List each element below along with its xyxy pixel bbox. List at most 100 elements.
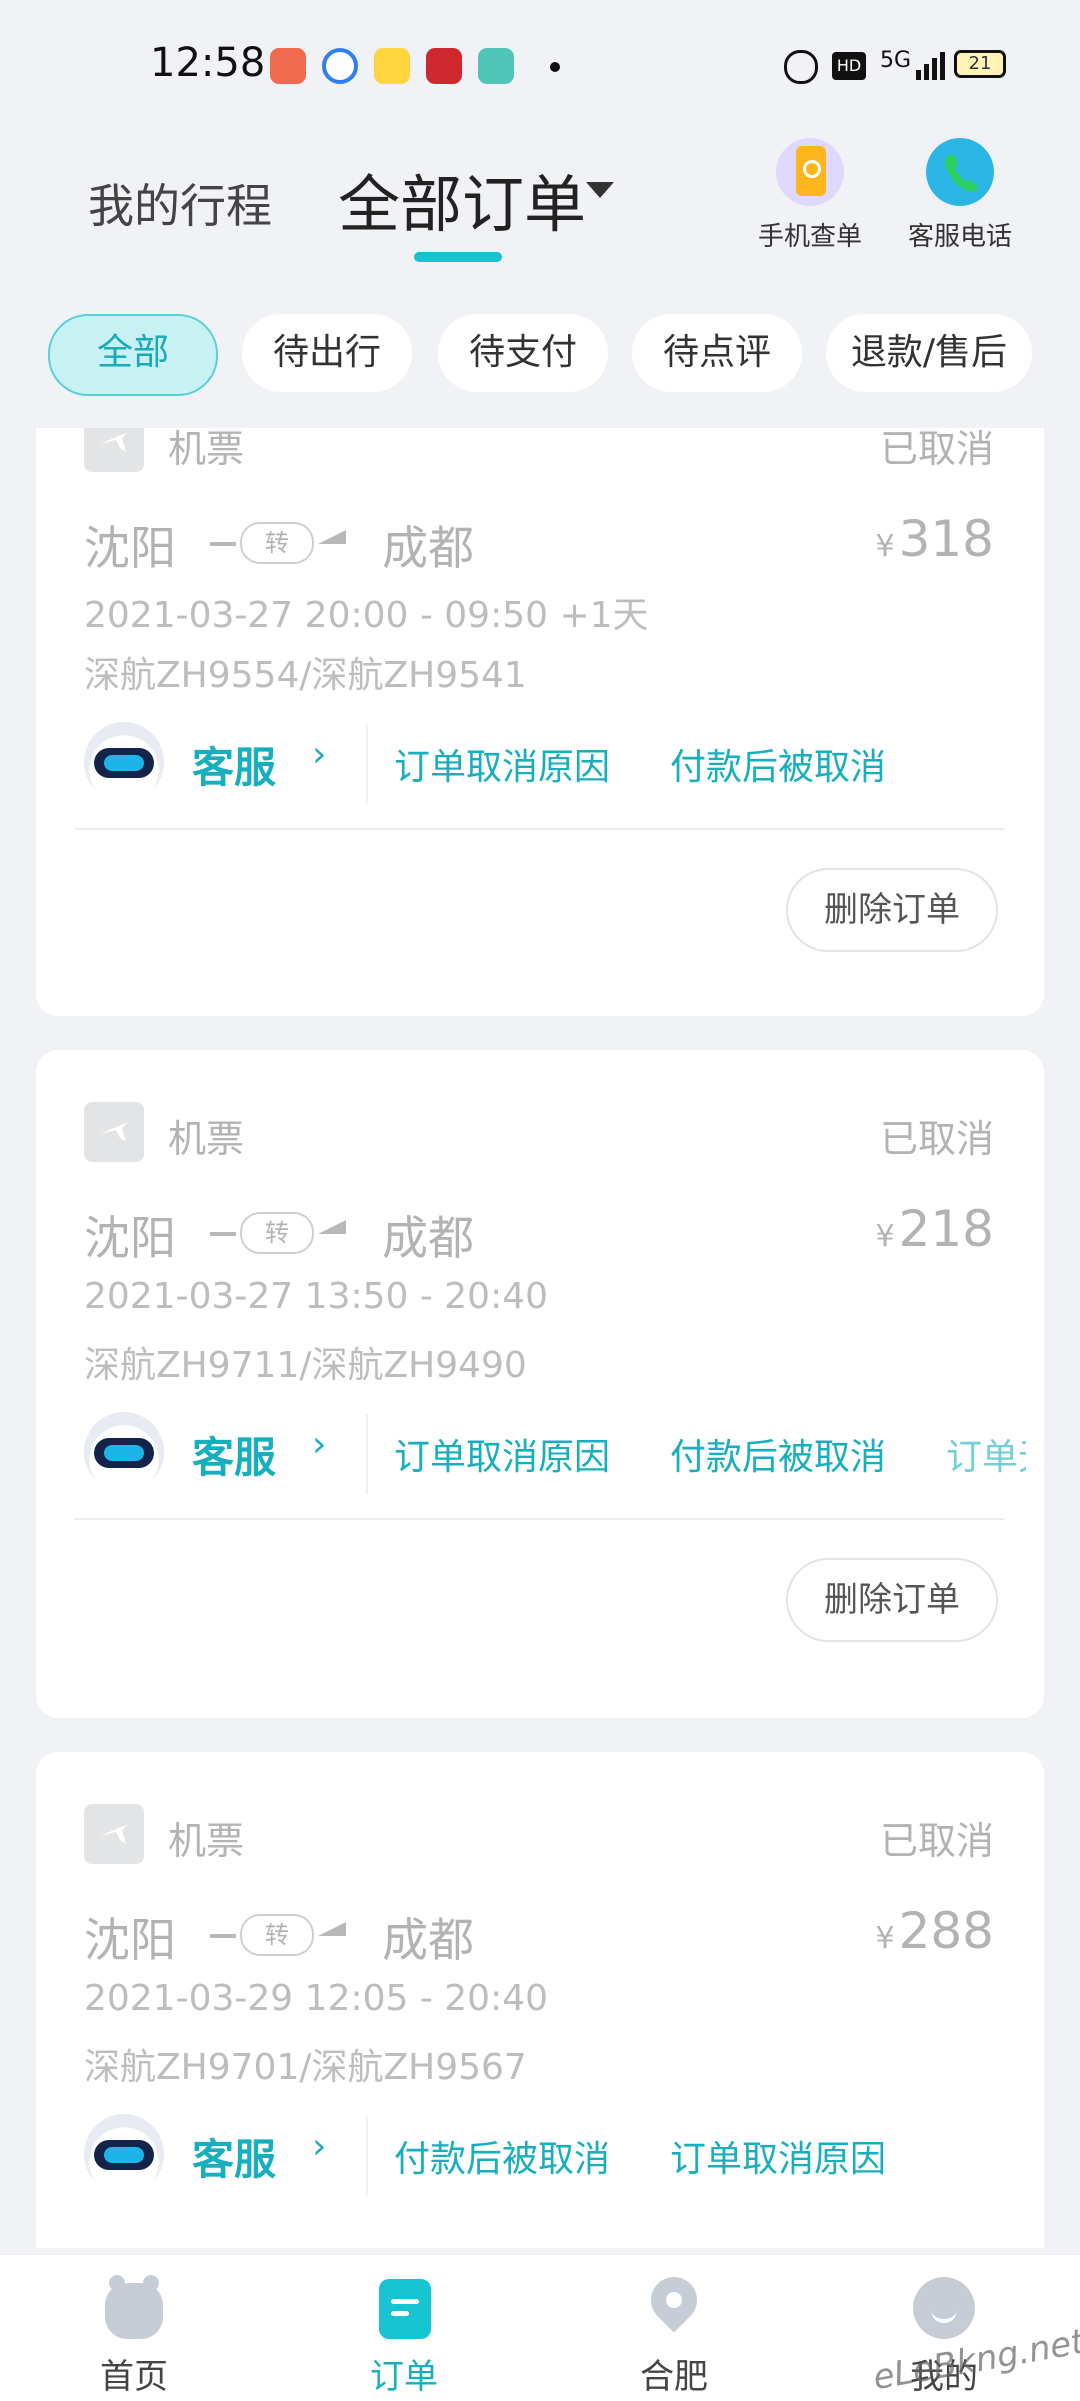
cancelled-after-payment-link[interactable]: 付款后被取消 — [670, 738, 886, 790]
divider — [366, 1414, 368, 1494]
cancel-reason-link[interactable]: 订单取消原因 — [670, 2130, 886, 2182]
location-pin-icon — [641, 2267, 707, 2341]
phone-lookup-label: 手机查单 — [757, 222, 862, 252]
flight-numbers: 深航ZH9711/深航ZH9490 — [84, 1345, 527, 1386]
order-status: 已取消 — [879, 428, 994, 471]
cancelled-after-payment-link[interactable]: 付款后被取消 — [670, 1428, 886, 1480]
order-price: ¥318 — [875, 510, 994, 568]
alarm-icon — [784, 50, 818, 84]
signal-label: 5G — [880, 48, 912, 73]
mascot-home-icon — [101, 2275, 167, 2341]
customer-service-link[interactable]: 客服 — [192, 734, 276, 795]
status-bar: 12:58 HD 5G 21 — [0, 0, 1080, 130]
flight-numbers: 深航ZH9701/深航ZH9567 — [84, 2047, 527, 2088]
flight-datetime: 2021-03-27 13:50 - 20:40 — [84, 1276, 549, 1317]
currency-symbol: ¥ — [875, 529, 895, 564]
service-row: 客服 › 付款后被取消 订单取消原因 — [84, 2104, 1014, 2204]
order-list: 机票 已取消 沈阳 转 成都 ¥318 2021-03-27 20:00 - 0… — [0, 428, 1080, 2248]
order-category: 机票 — [168, 428, 245, 471]
phone-lookup-button[interactable]: 手机查单 — [750, 138, 870, 253]
more-notifications-dot — [550, 62, 560, 72]
nav-orders-label: 订单 — [370, 2357, 438, 2397]
profile-face-icon — [911, 2275, 977, 2341]
service-row: 客服 › 订单取消原因 付款后被取消 订单无 — [84, 1402, 1026, 1502]
order-price: ¥218 — [875, 1200, 994, 1258]
plane-icon — [84, 1804, 144, 1864]
flight-datetime: 2021-03-29 12:05 - 20:40 — [84, 1978, 549, 2019]
customer-service-link[interactable]: 客服 — [192, 2126, 276, 2187]
route-arrow-icon — [318, 1922, 346, 1936]
nav-orders[interactable]: 订单 — [304, 2255, 504, 2398]
order-category: 机票 — [168, 1819, 245, 1863]
flight-numbers: 深航ZH9554/深航ZH9541 — [84, 655, 527, 696]
cancelled-after-payment-link[interactable]: 付款后被取消 — [394, 2130, 610, 2182]
header: 我的行程 全部订单 手机查单 客服电话 — [0, 130, 1080, 290]
battery-level: 21 — [968, 53, 992, 74]
browser-app-icon — [322, 48, 358, 84]
phone-search-icon — [776, 138, 844, 206]
caret-down-icon[interactable] — [586, 182, 614, 198]
service-row: 客服 › 订单取消原因 付款后被取消 — [84, 712, 1014, 812]
divider — [366, 724, 368, 804]
tab-my-trips[interactable]: 我的行程 — [88, 170, 272, 236]
filter-to-review[interactable]: 待点评 — [632, 314, 802, 392]
transfer-badge: 转 — [240, 1914, 314, 1956]
nav-city[interactable]: 合肥 — [574, 2255, 774, 2398]
transfer-badge: 转 — [240, 522, 314, 564]
active-tab-indicator — [414, 252, 502, 262]
battery-icon: 21 — [954, 50, 1006, 78]
filter-bar: 全部 待出行 待支付 待点评 退款/售后 — [0, 314, 1080, 398]
nav-home-label: 首页 — [100, 2357, 168, 2397]
filter-all[interactable]: 全部 — [48, 314, 218, 396]
flight-datetime: 2021-03-27 20:00 - 09:50 +1天 — [84, 595, 649, 636]
netease-app-icon — [426, 48, 462, 84]
destination-city: 成都 — [382, 1913, 474, 1967]
customer-service-link[interactable]: 客服 — [192, 1424, 276, 1485]
hd-icon: HD — [832, 52, 866, 80]
nav-home[interactable]: 首页 — [34, 2255, 234, 2398]
cancel-reason-link[interactable]: 订单取消原因 — [394, 738, 610, 790]
currency-symbol: ¥ — [875, 1219, 895, 1254]
route-dash — [210, 1232, 236, 1236]
signal-bars-icon — [914, 50, 948, 80]
status-time: 12:58 — [150, 40, 266, 86]
robot-avatar-icon — [84, 1412, 164, 1492]
origin-city: 沈阳 — [84, 1211, 176, 1265]
price-value: 288 — [898, 1902, 994, 1960]
order-link-truncated[interactable]: 订单无 — [946, 1428, 1026, 1480]
robot-avatar-icon — [84, 722, 164, 802]
plane-icon — [84, 428, 144, 472]
filter-to-travel[interactable]: 待出行 — [242, 314, 412, 392]
boss-app-icon — [478, 48, 514, 84]
order-card[interactable]: 机票 已取消 沈阳 转 成都 ¥318 2021-03-27 20:00 - 0… — [36, 428, 1044, 1016]
route-arrow-icon — [318, 530, 346, 544]
filter-refund[interactable]: 退款/售后 — [826, 314, 1032, 392]
service-phone-button[interactable]: 客服电话 — [900, 138, 1020, 253]
weibo-app-icon — [374, 48, 410, 84]
orders-icon — [371, 2275, 437, 2341]
delete-order-button[interactable]: 删除订单 — [786, 868, 998, 952]
order-card[interactable]: 机票 已取消 沈阳 转 成都 ¥218 2021-03-27 13:50 - 2… — [36, 1050, 1044, 1718]
plane-icon — [84, 1102, 144, 1162]
robot-avatar-icon — [84, 2114, 164, 2194]
delete-order-button[interactable]: 删除订单 — [786, 1558, 998, 1642]
chevron-right-icon[interactable]: › — [312, 1424, 326, 1465]
order-category: 机票 — [168, 1117, 245, 1161]
tab-all-orders[interactable]: 全部订单 — [338, 154, 586, 244]
cancel-reason-link[interactable]: 订单取消原因 — [394, 1428, 610, 1480]
destination-city: 成都 — [382, 1211, 474, 1265]
divider — [74, 828, 1004, 830]
service-phone-label: 客服电话 — [907, 222, 1012, 252]
phone-icon — [926, 138, 994, 206]
route-arrow-icon — [318, 1220, 346, 1234]
price-value: 318 — [898, 510, 994, 568]
route-dash — [210, 542, 236, 546]
order-card[interactable]: 机票 已取消 沈阳 转 成都 ¥288 2021-03-29 12:05 - 2… — [36, 1752, 1044, 2248]
filter-to-pay[interactable]: 待支付 — [438, 314, 608, 392]
order-price: ¥288 — [875, 1902, 994, 1960]
chevron-right-icon[interactable]: › — [312, 734, 326, 775]
divider — [366, 2116, 368, 2196]
chevron-right-icon[interactable]: › — [312, 2126, 326, 2167]
origin-city: 沈阳 — [84, 521, 176, 575]
route-dash — [210, 1934, 236, 1938]
